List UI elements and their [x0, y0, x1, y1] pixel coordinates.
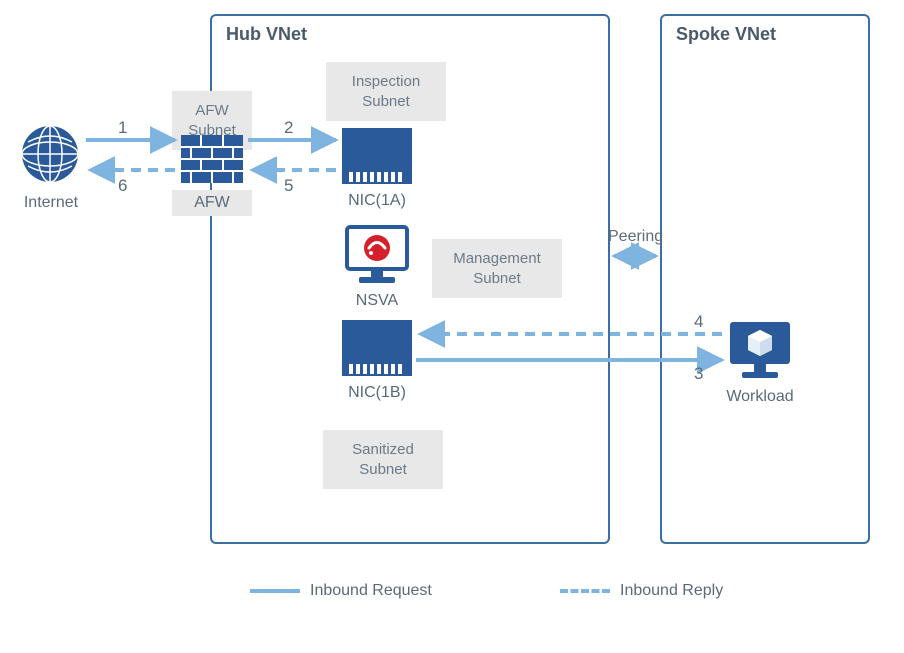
hub-vnet-title: Hub VNet: [226, 24, 307, 45]
flow-step-5: 5: [284, 176, 293, 196]
legend-request-label: Inbound Request: [310, 582, 432, 600]
inspection-line2: Subnet: [362, 93, 410, 110]
sanitized-line1: Sanitized: [352, 441, 414, 458]
inspection-line1: Inspection: [352, 73, 420, 90]
workload-label: Workload: [718, 388, 802, 406]
sanitized-line2: Subnet: [359, 461, 407, 478]
nic1a-label: NIC(1A): [342, 192, 412, 210]
internet-label: Internet: [18, 194, 84, 212]
flow-step-6: 6: [118, 176, 127, 196]
legend-reply: Inbound Reply: [560, 582, 723, 600]
nic1a-icon: [342, 128, 412, 184]
sanitized-subnet-label: Sanitized Subnet: [323, 430, 443, 489]
flow-step-3: 3: [694, 364, 703, 384]
afw-subnet-line1: AFW: [195, 102, 228, 119]
flow-step-2: 2: [284, 118, 293, 138]
inspection-subnet-label: Inspection Subnet: [326, 62, 446, 121]
spoke-vnet-title: Spoke VNet: [676, 24, 776, 45]
management-line2: Subnet: [473, 270, 521, 287]
management-subnet-label: Management Subnet: [432, 239, 562, 298]
management-line1: Management: [453, 250, 541, 267]
peering-label: Peering: [608, 228, 663, 246]
spoke-vnet-box: Spoke VNet: [660, 14, 870, 544]
flow-step-4: 4: [694, 312, 703, 332]
nic1b-label: NIC(1B): [342, 384, 412, 402]
firewall-icon: [181, 135, 243, 183]
flow-step-1: 1: [118, 118, 127, 138]
nic1b-icon: [342, 320, 412, 376]
legend-dashed-line-icon: [560, 589, 610, 593]
nsva-icon: [345, 225, 409, 285]
legend-solid-line-icon: [250, 589, 300, 593]
legend-request: Inbound Request: [250, 582, 432, 600]
legend-reply-label: Inbound Reply: [620, 582, 723, 600]
workload-icon: [728, 320, 792, 380]
nsva-label: NSVA: [345, 292, 409, 310]
globe-icon: [18, 122, 82, 186]
afw-label: AFW: [172, 190, 252, 216]
